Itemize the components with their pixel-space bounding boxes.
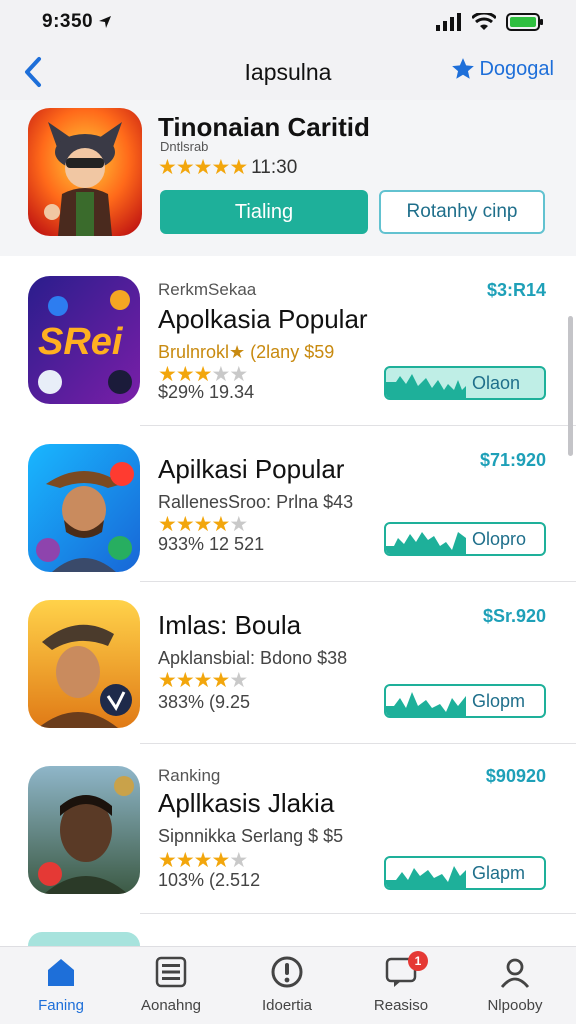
tab-bar: Faning Aonahng Idoertia 1 Reasiso Nlpoob… xyxy=(0,946,576,1024)
tab-nlpooby[interactable]: Nlpooby xyxy=(460,955,570,1014)
star-filled-icon: ★ xyxy=(175,669,195,692)
back-button[interactable] xyxy=(18,52,48,92)
get-button[interactable]: Glapm xyxy=(384,856,546,890)
app-subtitle: Apklansbial: Bdono $38 xyxy=(158,648,348,668)
status-bar: 9:350 xyxy=(0,0,576,44)
star-rating: ★★★★★ xyxy=(158,155,248,180)
rating-text: 11:30 xyxy=(251,156,298,178)
review-count: 933% 12 521 xyxy=(158,534,265,554)
stars: ★★★★★ xyxy=(158,513,248,536)
notification-badge: 1 xyxy=(408,951,428,971)
list-item[interactable]: SRei RerkmSekaa Apolkasia Popular Brulnr… xyxy=(0,256,576,426)
list-item[interactable]: Imlas: Boula $Sr.920 Apklansbial: Bdono … xyxy=(0,582,576,744)
star-filled-icon: ★ xyxy=(158,849,177,872)
alert-circle-icon xyxy=(271,956,303,988)
tab-faning[interactable]: Faning xyxy=(6,955,116,1014)
user-icon xyxy=(500,958,530,988)
list-item[interactable]: Ranking Apllkasis Jlakia $90920 Sipnnikk… xyxy=(0,744,576,914)
status-indicators xyxy=(436,13,544,31)
app-icon xyxy=(28,932,140,946)
app-name: Apilkasi Popular xyxy=(158,454,345,484)
nav-action-label: Dogogal xyxy=(479,57,554,80)
app-subtitle: RallenesSroo: Prlna $43 xyxy=(158,492,354,512)
star-filled-icon: ★ xyxy=(175,156,195,179)
star-filled-icon: ★ xyxy=(193,669,213,692)
secondary-action-button[interactable]: Rotanhy cinp xyxy=(379,190,545,234)
sparkline-icon xyxy=(386,692,466,716)
stars: ★★★★★ xyxy=(158,849,248,872)
list-icon xyxy=(155,956,187,988)
app-icon[interactable]: SRei xyxy=(28,276,140,404)
star-filled-icon: ★ xyxy=(211,156,230,179)
star-empty-icon: ★ xyxy=(229,513,248,536)
featured-app-developer: Dntlsrab xyxy=(160,139,209,154)
star-filled-icon: ★ xyxy=(158,156,177,179)
location-arrow-icon xyxy=(99,16,112,28)
divider xyxy=(140,913,576,914)
battery-icon xyxy=(506,13,543,31)
app-icon[interactable] xyxy=(28,600,140,728)
star-empty-icon: ★ xyxy=(229,669,248,692)
star-filled-icon: ★ xyxy=(158,669,177,692)
tab-aonahng[interactable]: Aonahng xyxy=(116,955,226,1014)
app-price: $3:R14 xyxy=(486,280,546,300)
nav-action-button[interactable]: Dogogal xyxy=(450,56,554,82)
app-price: $90920 xyxy=(485,766,546,786)
app-icon[interactable] xyxy=(28,766,140,894)
featured-app-rating: ★★★★★ 11:30 xyxy=(158,155,297,180)
nav-bar: Iapsulna Dogogal xyxy=(0,44,576,100)
svg-text:SRei: SRei xyxy=(38,321,124,363)
star-icon xyxy=(452,58,475,79)
get-button[interactable]: Glopm xyxy=(384,684,546,718)
sparkline-icon xyxy=(386,532,466,554)
star-filled-icon: ★ xyxy=(193,513,213,536)
app-list: SRei RerkmSekaa Apolkasia Popular Brulnr… xyxy=(0,256,576,946)
star-filled-icon: ★ xyxy=(193,849,213,872)
star-empty-icon: ★ xyxy=(229,849,248,872)
get-button[interactable]: Olopro xyxy=(384,522,546,556)
app-name: Apllkasis Jlakia xyxy=(158,788,335,818)
app-name: Imlas: Boula xyxy=(158,610,302,640)
sparkline-icon xyxy=(386,866,466,888)
scrollbar[interactable] xyxy=(568,316,573,456)
primary-action-button[interactable]: Tialing xyxy=(160,190,368,234)
tab-reasiso[interactable]: 1 Reasiso xyxy=(346,951,456,1014)
signal-icon xyxy=(436,13,461,31)
app-icon[interactable] xyxy=(28,444,140,572)
tab-idoertia[interactable]: Idoertia xyxy=(232,955,342,1014)
sparkline-icon xyxy=(386,374,466,398)
list-item[interactable]: Apilkasi Popular $71:920 RallenesSroo: P… xyxy=(0,426,576,582)
review-count: $29% 19.34 xyxy=(158,382,255,402)
review-count: 383% (9.25 xyxy=(158,692,251,712)
featured-app-icon[interactable] xyxy=(28,108,142,236)
star-filled-icon: ★ xyxy=(175,513,195,536)
app-name: Apolkasia Popular xyxy=(158,304,368,334)
review-count: 103% (2.512 xyxy=(158,870,261,890)
list-item-partial[interactable] xyxy=(0,930,576,946)
star-rating: ★★★★★ xyxy=(158,668,248,693)
wifi-icon xyxy=(472,13,496,30)
star-filled-icon: ★ xyxy=(211,513,230,536)
app-subtitle: Brulnrokl★ (2lany $59 xyxy=(158,342,335,362)
status-time: 9:350 xyxy=(42,11,94,32)
home-icon xyxy=(48,959,74,986)
app-category: Ranking xyxy=(158,766,221,785)
app-price: $71:920 xyxy=(479,450,546,470)
star-filled-icon: ★ xyxy=(193,156,213,179)
star-filled-icon: ★ xyxy=(211,849,230,872)
app-price: $Sr.920 xyxy=(482,606,546,626)
star-filled-icon: ★ xyxy=(158,513,177,536)
app-category: RerkmSekaa xyxy=(158,280,257,299)
star-filled-icon: ★ xyxy=(211,669,230,692)
star-filled-icon: ★ xyxy=(229,156,248,179)
app-subtitle: Sipnnikka Serlang $ $5 xyxy=(158,826,344,846)
stars: ★★★★★ xyxy=(158,669,248,692)
star-filled-icon: ★ xyxy=(175,849,195,872)
chevron-left-icon xyxy=(25,57,41,87)
get-button[interactable]: Olaon xyxy=(384,366,546,400)
